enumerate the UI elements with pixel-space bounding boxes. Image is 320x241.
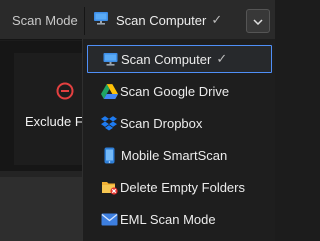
- smartphone-icon: [100, 146, 118, 164]
- menu-item-label: Scan Dropbox: [120, 115, 203, 131]
- chevron-down-icon: [253, 12, 263, 30]
- scan-mode-menu: Scan Computer ✓ Scan Google Drive Scan D…: [82, 39, 275, 241]
- google-drive-icon: [100, 82, 118, 100]
- scan-mode-label: Scan Mode: [12, 13, 78, 28]
- exclude-folder-button-label: Exclude Fo: [25, 114, 91, 129]
- toolbar-separator: [84, 7, 85, 35]
- toolbar: Scan Mode Scan Computer ✓: [0, 0, 275, 40]
- envelope-icon: [100, 210, 118, 228]
- check-mark-icon: ✓: [216, 51, 228, 66]
- menu-item-mobile-smartscan[interactable]: Mobile SmartScan: [87, 141, 272, 169]
- menu-item-scan-computer[interactable]: Scan Computer ✓: [87, 45, 272, 73]
- menu-item-scan-google-drive[interactable]: Scan Google Drive: [87, 77, 272, 105]
- check-mark-icon: ✓: [211, 12, 223, 27]
- menu-item-label: Delete Empty Folders: [120, 179, 245, 195]
- folder-delete-icon: [100, 178, 118, 196]
- exclude-folder-card[interactable]: [14, 53, 82, 165]
- menu-item-scan-dropbox[interactable]: Scan Dropbox: [87, 109, 272, 137]
- scan-mode-selector[interactable]: Scan Computer ✓: [88, 6, 238, 34]
- monitor-icon: [101, 50, 119, 68]
- scan-mode-dropdown-button[interactable]: [246, 9, 270, 33]
- monitor-icon: [93, 11, 109, 29]
- menu-item-delete-empty-folders[interactable]: Delete Empty Folders: [87, 173, 272, 201]
- menu-item-label: Scan Google Drive: [120, 83, 230, 99]
- dropbox-icon: [100, 114, 118, 132]
- menu-item-label: EML Scan Mode: [120, 211, 216, 227]
- menu-item-eml-scan-mode[interactable]: EML Scan Mode: [87, 205, 272, 233]
- zoom-out-icon: [54, 80, 76, 107]
- current-scan-mode: Scan Computer: [116, 12, 207, 28]
- menu-item-label: Mobile SmartScan: [121, 147, 228, 163]
- menu-item-label: Scan Computer: [121, 51, 212, 67]
